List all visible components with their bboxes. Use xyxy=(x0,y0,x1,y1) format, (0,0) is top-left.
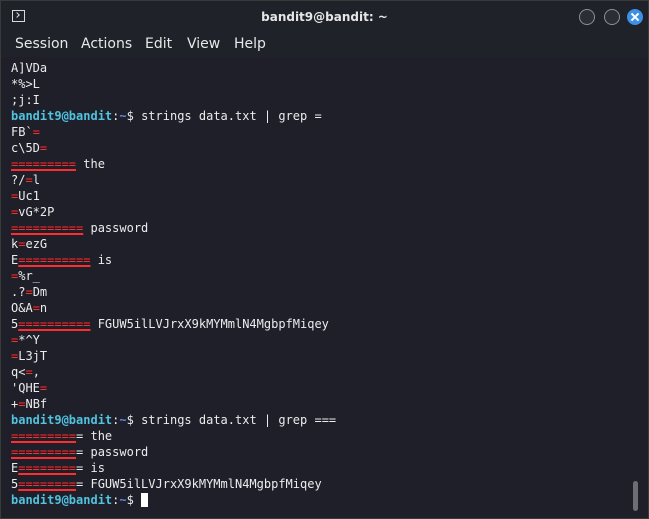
terminal-line: bandit9@bandit:~$ strings data.txt | gre… xyxy=(11,412,626,428)
grep-match: ========== xyxy=(18,317,91,331)
prompt-path: ~ xyxy=(119,493,127,507)
grep-match: ======== xyxy=(18,461,77,475)
text-cursor xyxy=(141,493,149,507)
terminal-window: bandit9@bandit: ~ Session Actions Edit V… xyxy=(0,0,649,519)
grep-match: = xyxy=(32,125,40,139)
terminal-line: k=ezG xyxy=(11,236,626,252)
terminal-line: .?=Dm xyxy=(11,284,626,300)
terminal-line: ========== password xyxy=(11,220,626,236)
terminal-line: +=NBf xyxy=(11,396,626,412)
output-text: = password xyxy=(76,445,149,459)
output-text: NBf xyxy=(25,397,48,411)
output-text: $ strings data.txt | grep = xyxy=(126,109,322,123)
grep-match: = xyxy=(25,365,33,379)
output-text: Dm xyxy=(32,285,48,299)
terminal-line: ;j:I xyxy=(11,92,626,108)
terminal-line: =L3jT xyxy=(11,348,626,364)
close-button[interactable] xyxy=(627,9,643,25)
terminal-line: A]VDa xyxy=(11,60,626,76)
output-text: ezG xyxy=(25,237,48,251)
output-text: ;j:I xyxy=(11,93,40,107)
terminal-line: =*^Y xyxy=(11,332,626,348)
output-text: , xyxy=(32,365,40,379)
output-text: L3jT xyxy=(18,349,48,363)
output-text: password xyxy=(83,221,149,235)
output-text: FB` xyxy=(11,125,33,139)
terminal-line: =Uc1 xyxy=(11,188,626,204)
output-text: n xyxy=(39,301,48,315)
terminal-line: ========== password xyxy=(11,444,626,460)
output-text: %r_ xyxy=(18,269,40,283)
menu-bar: Session Actions Edit View Help xyxy=(1,33,648,57)
output-text: c\5D xyxy=(11,141,40,155)
grep-match: ========= xyxy=(11,445,77,459)
terminal-line: 5========== FGUW5ilLVJrxX9kMYMmlN4MgbpfM… xyxy=(11,316,626,332)
grep-match: ========== xyxy=(18,253,91,267)
terminal-line: c\5D= xyxy=(11,140,626,156)
terminal-output-area[interactable]: A]VDa *%>L ;j:I bandit9@bandit:~$ strings d… xyxy=(1,57,648,518)
output-text: $ strings data.txt | grep === xyxy=(126,413,337,427)
grep-match: = xyxy=(32,301,40,315)
output-text: = is xyxy=(76,461,105,475)
terminal-line: bandit9@bandit:~$ strings data.txt | gre… xyxy=(11,108,626,124)
grep-match: = xyxy=(39,381,48,395)
output-text: vG*2P xyxy=(18,205,55,219)
output-text: q< xyxy=(11,365,26,379)
output-text: = the xyxy=(76,429,113,443)
terminal-line: FB`= xyxy=(11,124,626,140)
menu-edit[interactable]: Edit xyxy=(145,35,172,53)
output-text: = FGUW5ilLVJrxX9kMYMmlN4MgbpfMiqey xyxy=(76,477,322,491)
prompt-user: bandit9@bandit xyxy=(11,413,113,427)
output-text: A]VDa xyxy=(11,61,48,75)
terminal-line: q<=, xyxy=(11,364,626,380)
prompt-path: ~ xyxy=(119,109,127,123)
window-title: bandit9@bandit: ~ xyxy=(261,10,388,24)
terminal-line: 5========= FGUW5ilLVJrxX9kMYMmlN4MgbpfMi… xyxy=(11,476,626,492)
grep-match: ========= xyxy=(11,157,77,171)
output-text: *^Y xyxy=(18,333,40,347)
menu-session[interactable]: Session xyxy=(15,35,68,53)
terminal-line: E========= is xyxy=(11,460,626,476)
output-text: is xyxy=(90,253,113,267)
terminal-line: =%r_ xyxy=(11,268,626,284)
output-text: ?/ xyxy=(11,173,26,187)
terminal-line: ?/=l xyxy=(11,172,626,188)
terminal-line: 'QHE= xyxy=(11,380,626,396)
maximize-button[interactable] xyxy=(604,9,620,25)
prompt-user: bandit9@bandit xyxy=(11,109,113,123)
grep-match: ========= xyxy=(11,429,77,443)
terminal-line: ========== the xyxy=(11,428,626,444)
output-text: *%>L xyxy=(11,77,40,91)
terminal-line: ========= the xyxy=(11,156,626,172)
output-text: FGUW5ilLVJrxX9kMYMmlN4MgbpfMiqey xyxy=(90,317,329,331)
terminal-line: =vG*2P xyxy=(11,204,626,220)
output-text: l xyxy=(32,173,40,187)
grep-match: ========== xyxy=(11,221,84,235)
menu-actions[interactable]: Actions xyxy=(81,35,132,53)
output-text: $ xyxy=(126,493,142,507)
menu-view[interactable]: View xyxy=(187,35,220,53)
output-text: the xyxy=(76,157,105,171)
terminal-lines: A]VDa *%>L ;j:I bandit9@bandit:~$ strings d… xyxy=(11,60,626,508)
terminal-line: bandit9@bandit:~$ xyxy=(11,492,626,508)
output-text: .? xyxy=(11,285,26,299)
output-text: Uc1 xyxy=(18,189,40,203)
grep-match: = xyxy=(25,173,33,187)
grep-match: = xyxy=(25,285,33,299)
grep-match: = xyxy=(39,141,48,155)
scrollbar-thumb[interactable] xyxy=(633,481,638,511)
menu-help[interactable]: Help xyxy=(234,35,266,53)
terminal-line: *%>L xyxy=(11,76,626,92)
title-bar[interactable]: bandit9@bandit: ~ xyxy=(1,1,648,33)
terminal-line: E========== is xyxy=(11,252,626,268)
grep-match: ======== xyxy=(18,477,77,491)
prompt-path: ~ xyxy=(119,413,127,427)
output-text: O&A xyxy=(11,301,33,315)
minimize-button[interactable] xyxy=(579,9,595,25)
prompt-user: bandit9@bandit xyxy=(11,493,113,507)
output-text: 'QHE xyxy=(11,381,40,395)
terminal-line: O&A=n xyxy=(11,300,626,316)
